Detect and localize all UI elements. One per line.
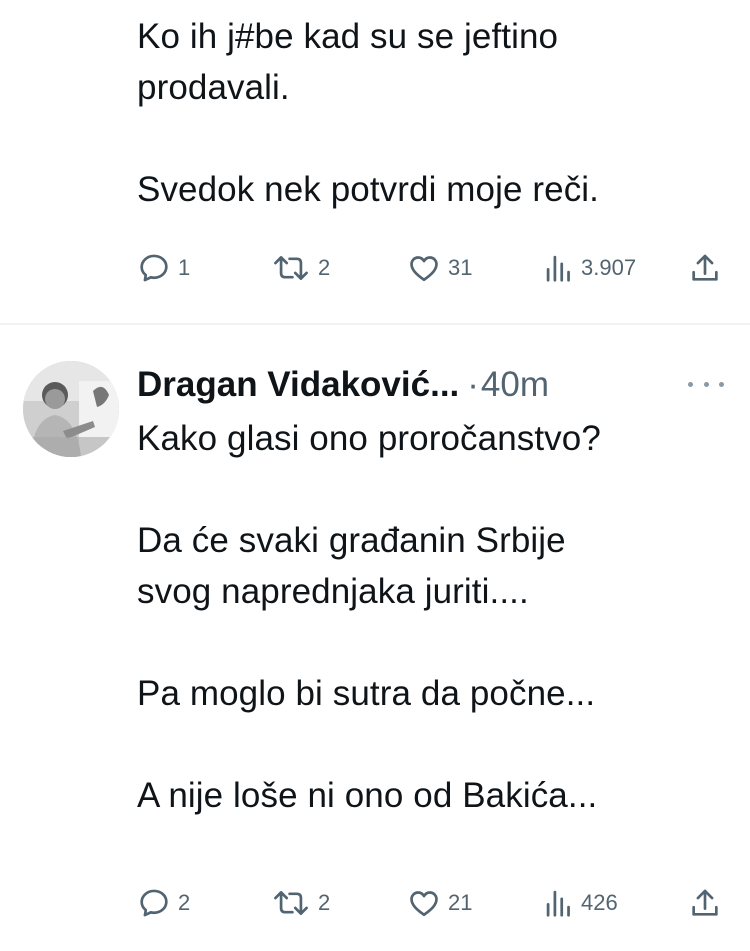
views-count: 3.907 <box>581 255 637 280</box>
tweet[interactable]: Ko ih j#be kad su se jeftino prodavali. … <box>0 0 750 323</box>
tweet-actions: 1 2 31 3.907 <box>0 248 750 288</box>
like-count: 21 <box>448 890 473 915</box>
retweet-count: 2 <box>318 890 331 915</box>
share-button[interactable] <box>688 248 722 288</box>
tweet-text: Kako glasi ono proročanstvo? Da će svaki… <box>137 419 601 815</box>
tweet-actions: 2 2 21 426 <box>0 883 750 923</box>
more-icon <box>688 381 693 387</box>
timestamp[interactable]: 40m <box>481 365 549 405</box>
avatar[interactable] <box>23 361 119 457</box>
share-icon <box>692 254 718 281</box>
avatar-photo <box>23 361 119 457</box>
like-button[interactable]: 21 <box>407 883 472 923</box>
timeline: Ko ih j#be kad su se jeftino prodavali. … <box>0 0 750 951</box>
more-button[interactable] <box>688 375 724 393</box>
reply-count: 2 <box>178 890 191 915</box>
reply-button[interactable]: 2 <box>137 883 190 923</box>
tweet[interactable]: Dragan Vidaković... · 40m Kako glasi ono… <box>0 325 750 951</box>
retweet-icon <box>274 891 308 915</box>
reply-icon <box>140 889 168 917</box>
views-button[interactable]: 426 <box>544 883 618 923</box>
retweet-count: 2 <box>318 255 331 280</box>
reply-icon <box>140 254 168 282</box>
like-button[interactable]: 31 <box>407 248 472 288</box>
reply-count: 1 <box>178 255 191 280</box>
tweet-text: Ko ih j#be kad su se jeftino prodavali. … <box>137 17 600 209</box>
reply-button[interactable]: 1 <box>137 248 190 288</box>
share-button[interactable] <box>688 883 722 923</box>
tweet-header: Dragan Vidaković... · 40m <box>137 361 549 409</box>
views-icon <box>546 890 570 917</box>
retweet-button[interactable]: 2 <box>271 248 330 288</box>
views-icon <box>546 255 570 282</box>
header-separator: · <box>467 365 479 404</box>
share-icon <box>692 889 718 916</box>
views-button[interactable]: 3.907 <box>544 248 636 288</box>
views-count: 426 <box>581 890 618 915</box>
retweet-button[interactable]: 2 <box>271 883 330 923</box>
like-icon <box>410 256 438 282</box>
author-name[interactable]: Dragan Vidaković... <box>137 365 459 405</box>
like-icon <box>410 891 438 917</box>
like-count: 31 <box>448 255 473 280</box>
retweet-icon <box>274 256 308 280</box>
